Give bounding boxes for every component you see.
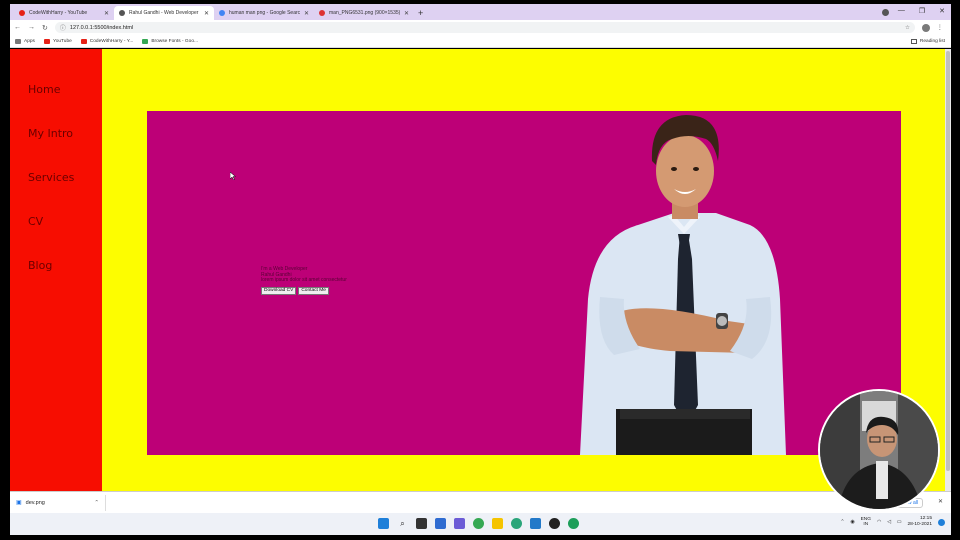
sidebar-nav: Home My Intro Services CV Blog [10,49,102,491]
nav-cv[interactable]: CV [28,215,43,228]
chrome-icon[interactable] [473,518,484,529]
tab-man-png[interactable]: man_PNG6531.png (900×1535) ✕ [314,6,414,20]
back-icon[interactable]: ← [14,24,21,31]
bookmark-apps[interactable]: Apps [15,38,35,44]
nav-my-intro[interactable]: My Intro [28,127,73,140]
webcam-person-image [820,391,938,509]
google-icon [219,10,225,16]
window-controls: — ❐ ✕ [898,7,945,15]
profile-avatar[interactable] [921,23,930,32]
youtube-icon [19,10,25,16]
file-explorer-icon[interactable] [492,518,503,529]
taskbar-apps: ⌕ [378,518,579,529]
widgets-icon[interactable] [435,518,446,529]
clock-date: 28-10-2021 [907,522,932,527]
nav-services[interactable]: Services [28,171,74,184]
image-icon [319,10,325,16]
edge-icon[interactable] [511,518,522,529]
maximize-icon[interactable]: ❐ [919,7,925,15]
intro-line-3: lorem ipsum dolor sit amet consectetur [261,277,347,284]
tab-title: human man png - Google Search [229,10,300,16]
clock-time: 12:15 [919,516,932,521]
close-tab-icon[interactable]: ✕ [404,10,409,17]
chevron-up-icon[interactable]: ⌃ [840,520,844,525]
scrollbar-thumb[interactable] [946,51,950,471]
contact-me-button[interactable]: Contact Me [298,286,329,295]
tab-youtube[interactable]: CodeWithHarry - YouTube ✕ [14,6,114,20]
tab-bar: CodeWithHarry - YouTube ✕ Rahul Gandhi -… [10,4,951,20]
download-cv-button[interactable]: Download CV [261,286,297,295]
nav-home[interactable]: Home [28,83,60,96]
download-item[interactable]: ▣ dev.png ⌃ [16,494,106,511]
intro-block: I'm a Web Developer Rahul Gandhi lorem i… [261,266,347,295]
bookmarks-bar: Apps YouTube CodeWithHarry - Y... Browse… [10,35,951,48]
wifi-icon[interactable]: ◠ [877,520,881,525]
forward-icon[interactable]: → [28,24,35,31]
close-tab-icon[interactable]: ✕ [104,10,109,17]
reading-list-icon [910,38,917,44]
bookmark-label: YouTube [52,38,72,44]
notification-badge[interactable] [938,518,945,526]
bookmark-google-fonts[interactable]: Browse Fonts - Goo... [142,38,198,44]
youtube-icon [80,38,87,44]
battery-icon[interactable]: ▭ [897,520,902,525]
globe-icon [119,10,125,16]
bookmark-label: CodeWithHarry - Y... [89,38,134,44]
chrome-alt-icon[interactable] [568,518,579,529]
tab-title: CodeWithHarry - YouTube [29,10,88,16]
hero-person-image [580,115,786,455]
address-bar[interactable]: ⓘ 127.0.0.1:5500/index.html ☆ [54,22,915,33]
reading-list-button[interactable]: Reading list [910,38,945,44]
network-icon[interactable]: ◉ [850,520,854,525]
close-window-icon[interactable]: ✕ [939,7,945,15]
tab-rahul-gandhi[interactable]: Rahul Gandhi - Web Developer ✕ [114,6,214,20]
tab-search-icon[interactable] [882,9,889,16]
clock[interactable]: 12:15 28-10-2021 [907,516,932,528]
fonts-icon [142,38,149,44]
youtube-icon [43,38,50,44]
chevron-up-icon[interactable]: ⌃ [94,500,99,506]
close-tab-icon[interactable]: ✕ [204,10,209,17]
search-icon[interactable]: ⌕ [397,518,408,529]
browser-toolbar: ← → ↻ ⓘ 127.0.0.1:5500/index.html ☆ ⋮ [10,20,951,35]
close-tab-icon[interactable]: ✕ [304,10,309,17]
page-scrollbar[interactable] [945,49,951,491]
lang-bottom: IN [863,522,869,527]
windows-start-icon[interactable] [378,518,389,529]
tab-title: Rahul Gandhi - Web Developer [129,10,199,16]
reading-list-label: Reading list [919,38,945,44]
bookmark-label: Apps [24,38,35,44]
nav-blog[interactable]: Blog [28,259,52,272]
download-bar: ▣ dev.png ⌃ Show all ✕ [10,491,951,513]
windows-taskbar: ⌕ ⌃ ◉ ENG IN ◠ ◁ ▭ 12:15 28-10-2021 [10,513,951,535]
minimize-icon[interactable]: — [898,7,905,15]
webcam-overlay [818,389,940,511]
screen: CodeWithHarry - YouTube ✕ Rahul Gandhi -… [0,0,960,540]
tab-title: man_PNG6531.png (900×1535) [329,10,400,16]
menu-icon[interactable]: ⋮ [937,24,943,32]
volume-icon[interactable]: ◁ [887,520,891,525]
bookmark-label: Browse Fonts - Goo... [151,38,198,44]
download-filename: dev.png [25,499,45,506]
info-icon[interactable]: ⓘ [60,23,66,32]
bookmark-codewithharry[interactable]: CodeWithHarry - Y... [80,38,134,44]
bookmark-youtube[interactable]: YouTube [43,38,72,44]
obs-icon[interactable] [549,518,560,529]
new-tab-button[interactable]: + [418,6,423,20]
file-icon: ▣ [16,500,22,506]
language-indicator[interactable]: ENG IN [861,517,871,527]
mouse-cursor-icon [230,172,236,180]
apps-grid-icon [15,38,21,44]
tab-google-search[interactable]: human man png - Google Search ✕ [214,6,314,20]
web-page: Home My Intro Services CV Blog I'm a Web… [10,49,951,491]
task-view-icon[interactable] [416,518,427,529]
reload-icon[interactable]: ↻ [42,24,48,32]
bookmark-star-icon[interactable]: ☆ [905,25,910,31]
vscode-icon[interactable] [530,518,541,529]
url-text: 127.0.0.1:5500/index.html [69,24,134,31]
system-tray: ⌃ ◉ ENG IN ◠ ◁ ▭ 12:15 28-10-2021 [840,516,945,528]
close-download-bar-icon[interactable]: ✕ [938,498,943,505]
chat-icon[interactable] [454,518,465,529]
